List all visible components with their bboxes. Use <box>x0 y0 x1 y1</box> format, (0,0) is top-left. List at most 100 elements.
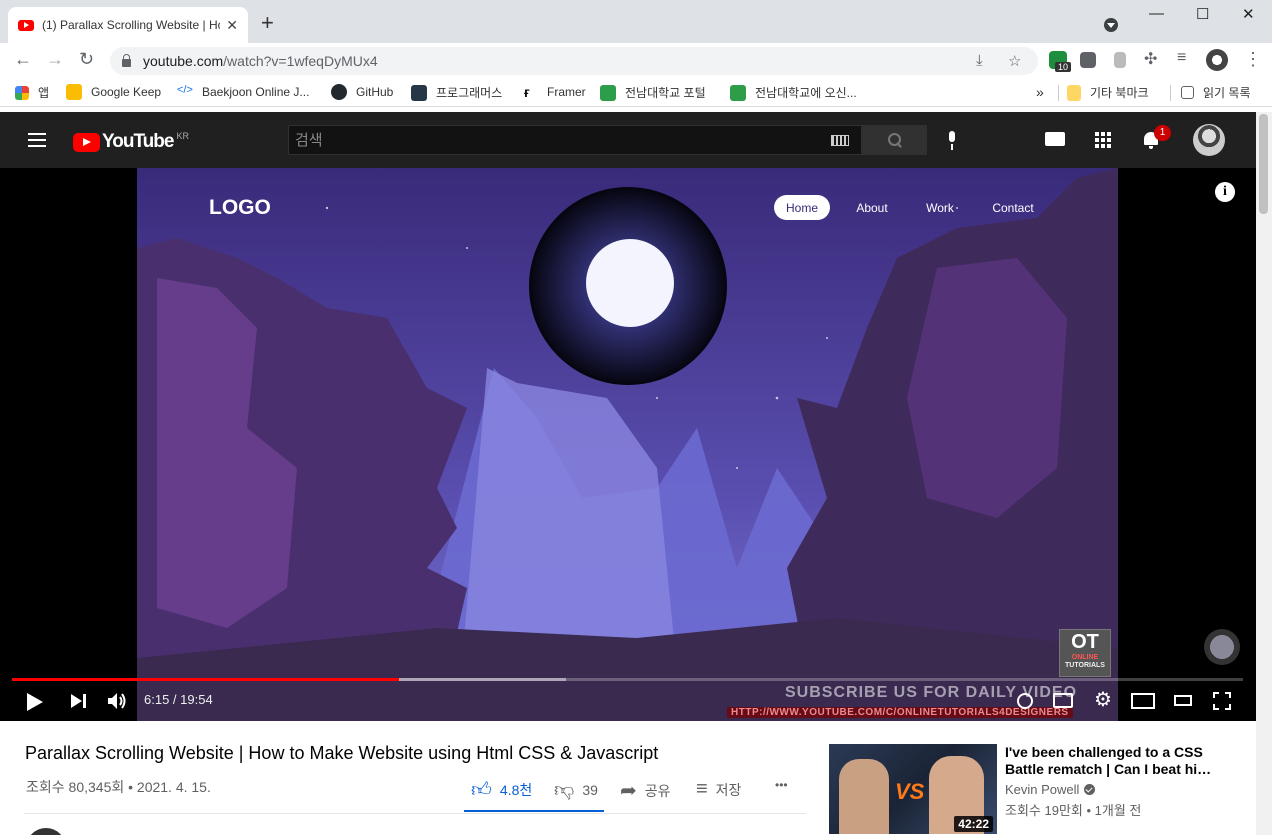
volume-icon[interactable] <box>108 692 128 710</box>
youtube-apps-icon[interactable] <box>1095 132 1111 148</box>
bookmark-github[interactable]: GitHub <box>331 84 393 100</box>
video-player[interactable]: LOGO Home About Work Contact i OT ONLINE… <box>0 168 1256 721</box>
bookmark-label: 프로그래머스 <box>436 86 503 100</box>
bookmark-other[interactable]: 기타 북마크 <box>1067 84 1149 101</box>
tab-search-icon[interactable] <box>1104 18 1118 32</box>
subscribe-banner: SUBSCRIBE US FOR DAILY VIDEO <box>785 684 1078 701</box>
dislike-button[interactable]: 👎︎ 39 <box>554 778 598 802</box>
maximize-button[interactable]: ☐ <box>1196 5 1209 23</box>
miniplayer-icon[interactable] <box>1131 693 1155 709</box>
search-button[interactable] <box>862 125 927 155</box>
share-button[interactable]: ➦ 공유 <box>620 778 671 803</box>
keyboard-icon[interactable] <box>831 135 849 146</box>
search-icon <box>887 133 902 147</box>
bookmark-jnu-portal[interactable]: 전남대학교 포털 <box>600 84 706 101</box>
video-title: Parallax Scrolling Website | How to Make… <box>25 743 659 763</box>
account-avatar[interactable] <box>1193 124 1225 156</box>
tab-close-button[interactable]: ✕ <box>226 17 238 34</box>
media-queue-icon[interactable]: ≡ <box>1177 49 1186 67</box>
recommended-channel[interactable]: Kevin Powell <box>1005 782 1096 797</box>
playlist-add-icon: ≡ <box>696 778 708 800</box>
bookmark-separator <box>1058 85 1059 101</box>
bookmark-apps[interactable]: 앱 <box>15 84 49 101</box>
scene-nav-about: About <box>856 201 888 215</box>
extension-badge: 10 <box>1055 62 1072 72</box>
create-video-icon[interactable] <box>1045 132 1065 146</box>
close-window-button[interactable]: ✕ <box>1242 5 1255 23</box>
extensions-puzzle-icon[interactable]: ✣ <box>1144 49 1157 69</box>
channel-watermark[interactable]: OT ONLINE TUTORIALS <box>1059 629 1111 677</box>
dislike-count: 39 <box>582 782 598 798</box>
scrollbar-thumb[interactable] <box>1259 114 1268 214</box>
search-input[interactable] <box>295 131 861 149</box>
autoplay-toggle-icon[interactable] <box>1017 693 1033 709</box>
play-icon[interactable] <box>27 693 43 711</box>
next-bar <box>83 694 86 708</box>
bookmark-jnu-welcome[interactable]: 전남대학교에 오신... <box>730 84 857 101</box>
extension-download-icon[interactable] <box>1114 52 1126 68</box>
progress-bar[interactable] <box>12 678 1243 681</box>
bookmark-label: Baekjoon Online J... <box>202 85 310 99</box>
page-scrollbar[interactable] <box>1256 112 1272 835</box>
jnu-icon <box>600 84 616 101</box>
more-actions-button[interactable]: ••• <box>775 778 788 792</box>
share-arrow-icon: ➦ <box>620 780 637 802</box>
channel-avatar[interactable] <box>26 828 66 835</box>
bookmarks-overflow-button[interactable]: » <box>1036 84 1044 100</box>
theater-mode-icon[interactable] <box>1174 695 1192 706</box>
profile-avatar[interactable] <box>1206 49 1228 71</box>
bookmark-framer[interactable]: ғ Framer <box>524 84 586 100</box>
settings-gear-icon[interactable]: ⚙ <box>1094 690 1112 710</box>
bookmark-label: Google Keep <box>91 85 162 99</box>
bookmark-star-icon[interactable]: ☆ <box>1008 52 1021 70</box>
youtube-play-icon <box>73 132 100 152</box>
subscribe-url: HTTP://WWW.YOUTUBE.COM/C/ONLINETUTORIALS… <box>727 707 1073 718</box>
install-icon[interactable]: ⤓ <box>976 52 983 69</box>
cliff-right-face <box>907 258 1067 518</box>
browser-toolbar: ← → ↻ youtube.com/watch?v=1wfeqDyMUx4 ⤓ … <box>0 43 1272 79</box>
extension-square-icon[interactable] <box>1080 52 1096 68</box>
bookmark-label: 전남대학교에 오신... <box>755 86 857 100</box>
youtube-logo[interactable]: YouTube KR <box>73 131 189 153</box>
save-button[interactable]: ≡ 저장 <box>696 778 741 801</box>
apps-grid-icon <box>15 85 29 100</box>
github-icon <box>331 84 347 100</box>
like-button[interactable]: 👍︎ 4.8천 <box>471 778 532 802</box>
watermark-sub2: TUTORIALS <box>1065 662 1105 669</box>
watermark-sub: ONLINE <box>1071 654 1099 661</box>
url-text: youtube.com/watch?v=1wfeqDyMUx4 <box>143 53 378 69</box>
reading-list[interactable]: 읽기 목록 <box>1181 84 1251 101</box>
scene-nav-contact: Contact <box>992 201 1034 215</box>
fullscreen-icon[interactable] <box>1213 692 1231 710</box>
forward-arrow-icon[interactable]: → <box>46 49 64 70</box>
recommended-thumbnail[interactable]: VS 42:22 <box>829 744 997 834</box>
bookmark-baekjoon[interactable]: </> Baekjoon Online J... <box>177 84 309 100</box>
reload-icon[interactable]: ↻ <box>79 49 94 70</box>
recommended-title[interactable]: I've been challenged to a CSS Battle rem… <box>1005 744 1215 778</box>
info-icon[interactable]: i <box>1215 182 1235 202</box>
address-bar[interactable]: youtube.com/watch?v=1wfeqDyMUx4 ⤓ ☆ <box>110 47 1038 75</box>
tab-title: (1) Parallax Scrolling Website | How to … <box>42 18 220 32</box>
minimize-button[interactable]: — <box>1149 5 1164 22</box>
hamburger-menu-icon[interactable] <box>28 133 46 147</box>
bookmark-label: GitHub <box>356 85 394 99</box>
subtitles-icon[interactable] <box>1053 693 1073 708</box>
video-duration: 42:22 <box>954 816 993 832</box>
bookmark-programmers[interactable]: 프로그래머스 <box>411 84 502 101</box>
back-arrow-icon[interactable]: ← <box>14 49 32 70</box>
browser-tab[interactable]: (1) Parallax Scrolling Website | How to … <box>8 7 248 43</box>
bookmark-google-keep[interactable]: Google Keep <box>66 84 161 100</box>
thumbnail-vs-text: VS <box>895 779 925 804</box>
reading-list-icon <box>1181 86 1194 99</box>
next-icon[interactable] <box>71 694 82 708</box>
progress-played <box>12 678 399 681</box>
like-count: 4.8천 <box>499 782 533 798</box>
youtube-favicon-icon <box>18 19 34 31</box>
folder-icon <box>1067 84 1081 101</box>
new-tab-button[interactable]: + <box>261 12 274 34</box>
more-menu-icon[interactable]: ⋮ <box>1244 49 1262 70</box>
notification-badge: 1 <box>1154 125 1171 141</box>
thumbs-up-icon: 👍︎ <box>471 779 492 801</box>
microphone-icon[interactable] <box>946 131 958 151</box>
save-label: 저장 <box>715 781 742 798</box>
